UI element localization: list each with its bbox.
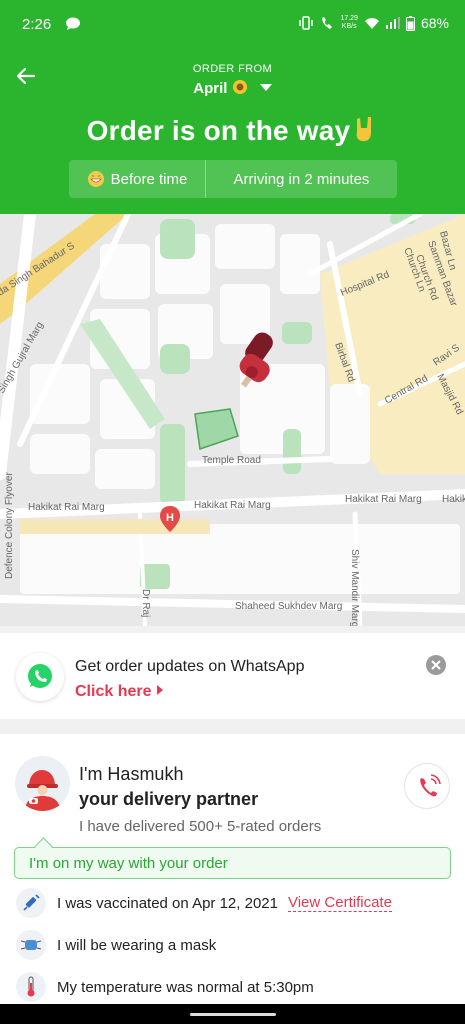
partner-orders-count: I have delivered 500+ 5-rated orders bbox=[79, 818, 322, 835]
status-message-bubble: I'm on my way with your order bbox=[14, 847, 451, 879]
store-selector[interactable]: April bbox=[0, 79, 465, 97]
safety-row-vaccination: I was vaccinated on Apr 12, 2021 View Ce… bbox=[16, 886, 456, 920]
whatsapp-icon bbox=[28, 664, 52, 688]
map-label: Shaheed Sukhdev Marg bbox=[235, 601, 342, 612]
call-status-icon bbox=[322, 17, 333, 29]
whatsapp-click-here-link[interactable]: Click here bbox=[75, 683, 164, 701]
map-label: Defence Colony Flyover bbox=[4, 472, 15, 579]
delivery-map[interactable]: H da Singh Bahadur S Singh Gujral Marg H… bbox=[0, 214, 465, 626]
temperature-text: My temperature was normal at 5:30pm bbox=[57, 978, 314, 996]
avatar bbox=[15, 756, 70, 811]
map-label: Shiv Mandir Marg bbox=[349, 549, 360, 626]
map-label: Dr Raj bbox=[140, 589, 151, 617]
network-speed: 17.29 KB/s bbox=[340, 15, 358, 30]
svg-text:H: H bbox=[166, 512, 174, 524]
status-time: 2:26 bbox=[22, 16, 52, 33]
mask-icon bbox=[16, 930, 46, 960]
whatsapp-title: Get order updates on WhatsApp bbox=[75, 658, 305, 675]
map-label: Hakikat Rai Marg bbox=[345, 494, 422, 505]
whatsapp-logo bbox=[16, 653, 64, 701]
order-header: ORDER FROM April Order is on the way Bef… bbox=[0, 52, 465, 214]
partner-name: I'm Hasmukh bbox=[79, 764, 184, 784]
mask-text: I will be wearing a mask bbox=[57, 936, 217, 954]
arrival-status-pill: Before time Arriving in 2 minutes bbox=[69, 160, 397, 198]
vaccination-text: I was vaccinated on Apr 12, 2021 bbox=[57, 894, 278, 912]
store-name: April bbox=[193, 80, 228, 97]
battery-percent: 68% bbox=[420, 15, 449, 31]
safety-row-temperature: My temperature was normal at 5:30pm bbox=[16, 970, 456, 1004]
safety-row-mask: I will be wearing a mask bbox=[16, 928, 456, 962]
close-icon[interactable] bbox=[426, 655, 446, 675]
chevron-down-icon bbox=[259, 84, 272, 91]
system-nav-bar bbox=[0, 1004, 465, 1024]
phone-icon bbox=[420, 774, 441, 797]
view-certificate-link[interactable]: View Certificate bbox=[287, 894, 392, 912]
map-canvas: H da Singh Bahadur S Singh Gujral Marg H… bbox=[0, 214, 465, 626]
partner-role: your delivery partner bbox=[79, 789, 259, 809]
order-from-label: ORDER FROM bbox=[192, 63, 273, 75]
rock-hand-icon bbox=[356, 117, 372, 142]
whatsapp-updates-card[interactable]: Get order updates on WhatsApp Click here bbox=[0, 633, 465, 719]
status-bar: 2:26 17.29 KB/s 68% bbox=[0, 0, 465, 52]
delivery-partner-card: I'm Hasmukh your delivery partner I have… bbox=[0, 734, 465, 1016]
arriving-text: Arriving in 2 minutes bbox=[233, 170, 370, 188]
map-label: Hakikat Rai Marg bbox=[194, 500, 271, 511]
signal-icon bbox=[385, 17, 400, 29]
triangle-right-icon bbox=[157, 685, 164, 695]
syringe-icon bbox=[16, 888, 46, 918]
sunflower-icon bbox=[232, 80, 247, 94]
map-label: Hakikat Rai Marg bbox=[28, 502, 105, 513]
home-gesture-handle[interactable] bbox=[190, 1013, 276, 1016]
battery-icon bbox=[405, 15, 415, 31]
vibrate-icon bbox=[299, 16, 314, 30]
map-label: Hakikat bbox=[442, 494, 465, 505]
thermometer-icon bbox=[16, 972, 46, 1002]
chat-icon bbox=[66, 17, 80, 30]
wifi-icon bbox=[364, 17, 379, 29]
call-partner-button[interactable] bbox=[404, 763, 450, 809]
before-time-text: Before time bbox=[110, 170, 188, 188]
page-title: Order is on the way bbox=[0, 115, 465, 147]
grin-emoji-icon bbox=[87, 171, 104, 187]
map-label: Temple Road bbox=[202, 455, 261, 466]
status-icons: 17.29 KB/s 68% bbox=[298, 15, 449, 31]
before-time-badge: Before time bbox=[69, 160, 206, 198]
